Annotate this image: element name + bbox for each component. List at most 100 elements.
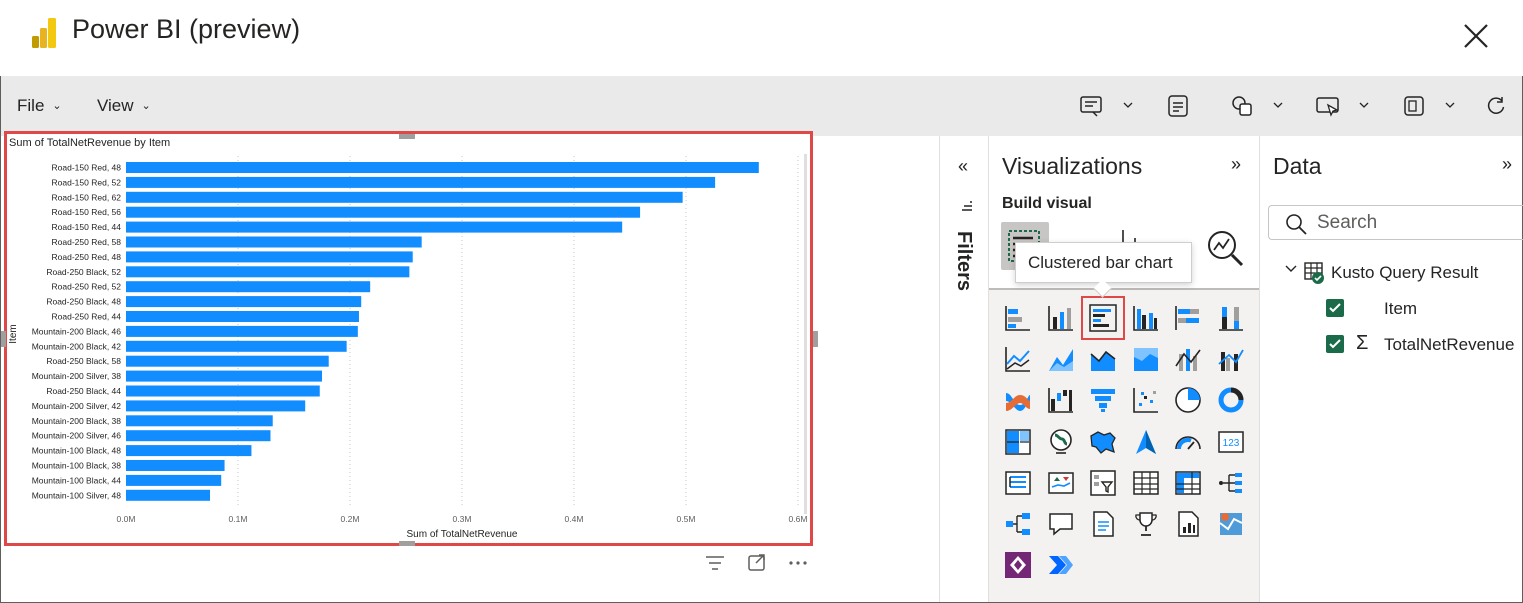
item-field-checkbox[interactable]	[1326, 299, 1344, 317]
analytics-icon[interactable]	[1205, 228, 1245, 268]
scatter-chart-icon[interactable]	[1131, 385, 1161, 415]
100-stacked-bar-chart-icon[interactable]	[1173, 303, 1203, 333]
resize-handle-left[interactable]	[1, 331, 6, 347]
sum-icon: Σ	[1356, 332, 1369, 354]
multi-row-card-icon[interactable]	[1003, 468, 1033, 498]
shapes-icon[interactable]	[1229, 93, 1255, 119]
key-influencers-icon[interactable]	[1003, 509, 1033, 539]
paginated-report-icon[interactable]	[1173, 509, 1203, 539]
search-input[interactable]	[1317, 212, 1517, 234]
card-icon[interactable]: 123	[1216, 427, 1246, 457]
resize-handle-right[interactable]	[813, 331, 818, 347]
collapse-data-button[interactable]: »	[1502, 154, 1512, 175]
bar	[126, 251, 413, 263]
field-item[interactable]: Item	[1384, 299, 1417, 319]
category-label: Road-150 Red, 44	[52, 222, 122, 232]
menu-bar: File ⌄ View ⌄	[1, 76, 1522, 136]
bar	[126, 460, 225, 471]
line-and-clustered-column-icon[interactable]	[1216, 344, 1246, 374]
smart-narrative-icon[interactable]	[1079, 93, 1105, 119]
table-visual-icon[interactable]	[1131, 468, 1161, 498]
visual-container-icon[interactable]	[1401, 93, 1427, 119]
buttons-icon[interactable]	[1315, 93, 1341, 119]
stacked-column-chart-icon[interactable]	[1046, 303, 1076, 333]
azure-map-icon[interactable]	[1131, 427, 1161, 457]
clustered-bar-chart-icon[interactable]	[1081, 296, 1125, 340]
q-and-a-icon[interactable]	[1046, 509, 1076, 539]
pie-chart-icon[interactable]	[1173, 385, 1203, 415]
filled-map-icon[interactable]	[1088, 427, 1118, 457]
refresh-icon[interactable]	[1485, 95, 1507, 117]
clustered-column-chart-icon[interactable]	[1131, 303, 1161, 333]
bar	[126, 236, 422, 248]
window-title: Power BI (preview)	[72, 14, 301, 44]
view-menu[interactable]: View ⌄	[97, 96, 151, 116]
kpi-icon[interactable]	[1046, 468, 1076, 498]
chevron-down-icon[interactable]	[1445, 101, 1455, 109]
power-automate-icon[interactable]	[1046, 550, 1076, 580]
map-icon[interactable]	[1046, 427, 1076, 457]
line-chart-icon[interactable]	[1003, 344, 1033, 374]
100-stacked-area-chart-icon[interactable]	[1131, 344, 1161, 374]
category-label: Mountain-200 Black, 46	[32, 326, 122, 336]
more-options-icon[interactable]	[787, 554, 809, 572]
matrix-icon[interactable]	[1173, 468, 1203, 498]
search-box	[1268, 205, 1523, 240]
chevron-down-icon: ⌄	[141, 100, 151, 112]
bar	[126, 355, 329, 367]
bar-chart-visual[interactable]: Sum of TotalNetRevenue by Item 0.0M 0.1M 0…	[4, 131, 813, 546]
chevron-down-icon[interactable]	[1284, 264, 1298, 274]
metrics-icon[interactable]	[1131, 509, 1161, 539]
text-box-icon[interactable]	[1165, 93, 1191, 119]
donut-chart-icon[interactable]	[1216, 385, 1246, 415]
scrollbar	[804, 154, 807, 514]
bar	[126, 385, 320, 397]
y-axis-title: Item	[8, 324, 19, 343]
filter-icon[interactable]	[704, 554, 726, 572]
collapse-filters-button[interactable]: «	[958, 156, 968, 177]
line-and-stacked-column-icon[interactable]	[1173, 344, 1203, 374]
waterfall-chart-icon[interactable]	[1046, 385, 1076, 415]
filters-icon	[962, 201, 972, 211]
gauge-icon[interactable]	[1173, 427, 1203, 457]
bar	[126, 221, 623, 233]
100-stacked-column-chart-icon[interactable]	[1216, 303, 1246, 333]
resize-handle-top[interactable]	[399, 134, 415, 139]
filters-pane: « Filters	[939, 136, 989, 602]
slicer-icon[interactable]	[1088, 468, 1118, 498]
category-label: Road-150 Red, 52	[52, 177, 122, 187]
chevron-down-icon[interactable]	[1359, 101, 1369, 109]
table-name[interactable]: Kusto Query Result	[1331, 263, 1478, 283]
category-label: Mountain-100 Black, 38	[32, 461, 122, 471]
power-bi-logo-icon	[32, 18, 56, 48]
close-icon[interactable]	[1462, 22, 1490, 50]
table-icon	[1304, 262, 1324, 284]
decomposition-tree-icon[interactable]	[1216, 468, 1246, 498]
chevron-down-icon[interactable]	[1273, 101, 1283, 109]
bar	[126, 296, 362, 308]
totalnetrevenue-field-checkbox[interactable]	[1326, 335, 1344, 353]
ribbon-chart-icon[interactable]	[1003, 385, 1033, 415]
power-apps-icon[interactable]	[1003, 550, 1033, 580]
stacked-bar-chart-icon[interactable]	[1003, 303, 1033, 333]
filters-label[interactable]: Filters	[952, 231, 975, 291]
file-menu[interactable]: File ⌄	[17, 96, 62, 116]
focus-mode-icon[interactable]	[746, 554, 768, 572]
smart-narrative-visual-icon[interactable]	[1088, 509, 1118, 539]
funnel-chart-icon[interactable]	[1088, 385, 1118, 415]
stacked-area-chart-icon[interactable]	[1088, 344, 1118, 374]
resize-handle-bottom[interactable]	[399, 541, 415, 546]
data-pane: Data » Kusto Query Result Item Σ TotalNe…	[1259, 136, 1523, 602]
category-label: Road-250 Red, 44	[52, 312, 122, 322]
azure-maps-visual-icon[interactable]	[1216, 509, 1246, 539]
area-chart-icon[interactable]	[1046, 344, 1076, 374]
chevron-down-icon[interactable]	[1123, 101, 1133, 109]
treemap-icon[interactable]	[1003, 427, 1033, 457]
data-title: Data	[1273, 153, 1322, 179]
category-label: Mountain-200 Black, 38	[32, 416, 122, 426]
category-label: Mountain-100 Black, 44	[32, 475, 122, 485]
field-totalnetrevenue[interactable]: TotalNetRevenue	[1384, 335, 1514, 355]
collapse-visualizations-button[interactable]: »	[1231, 154, 1241, 175]
category-label: Road-250 Black, 48	[46, 297, 121, 307]
bar	[126, 176, 716, 188]
